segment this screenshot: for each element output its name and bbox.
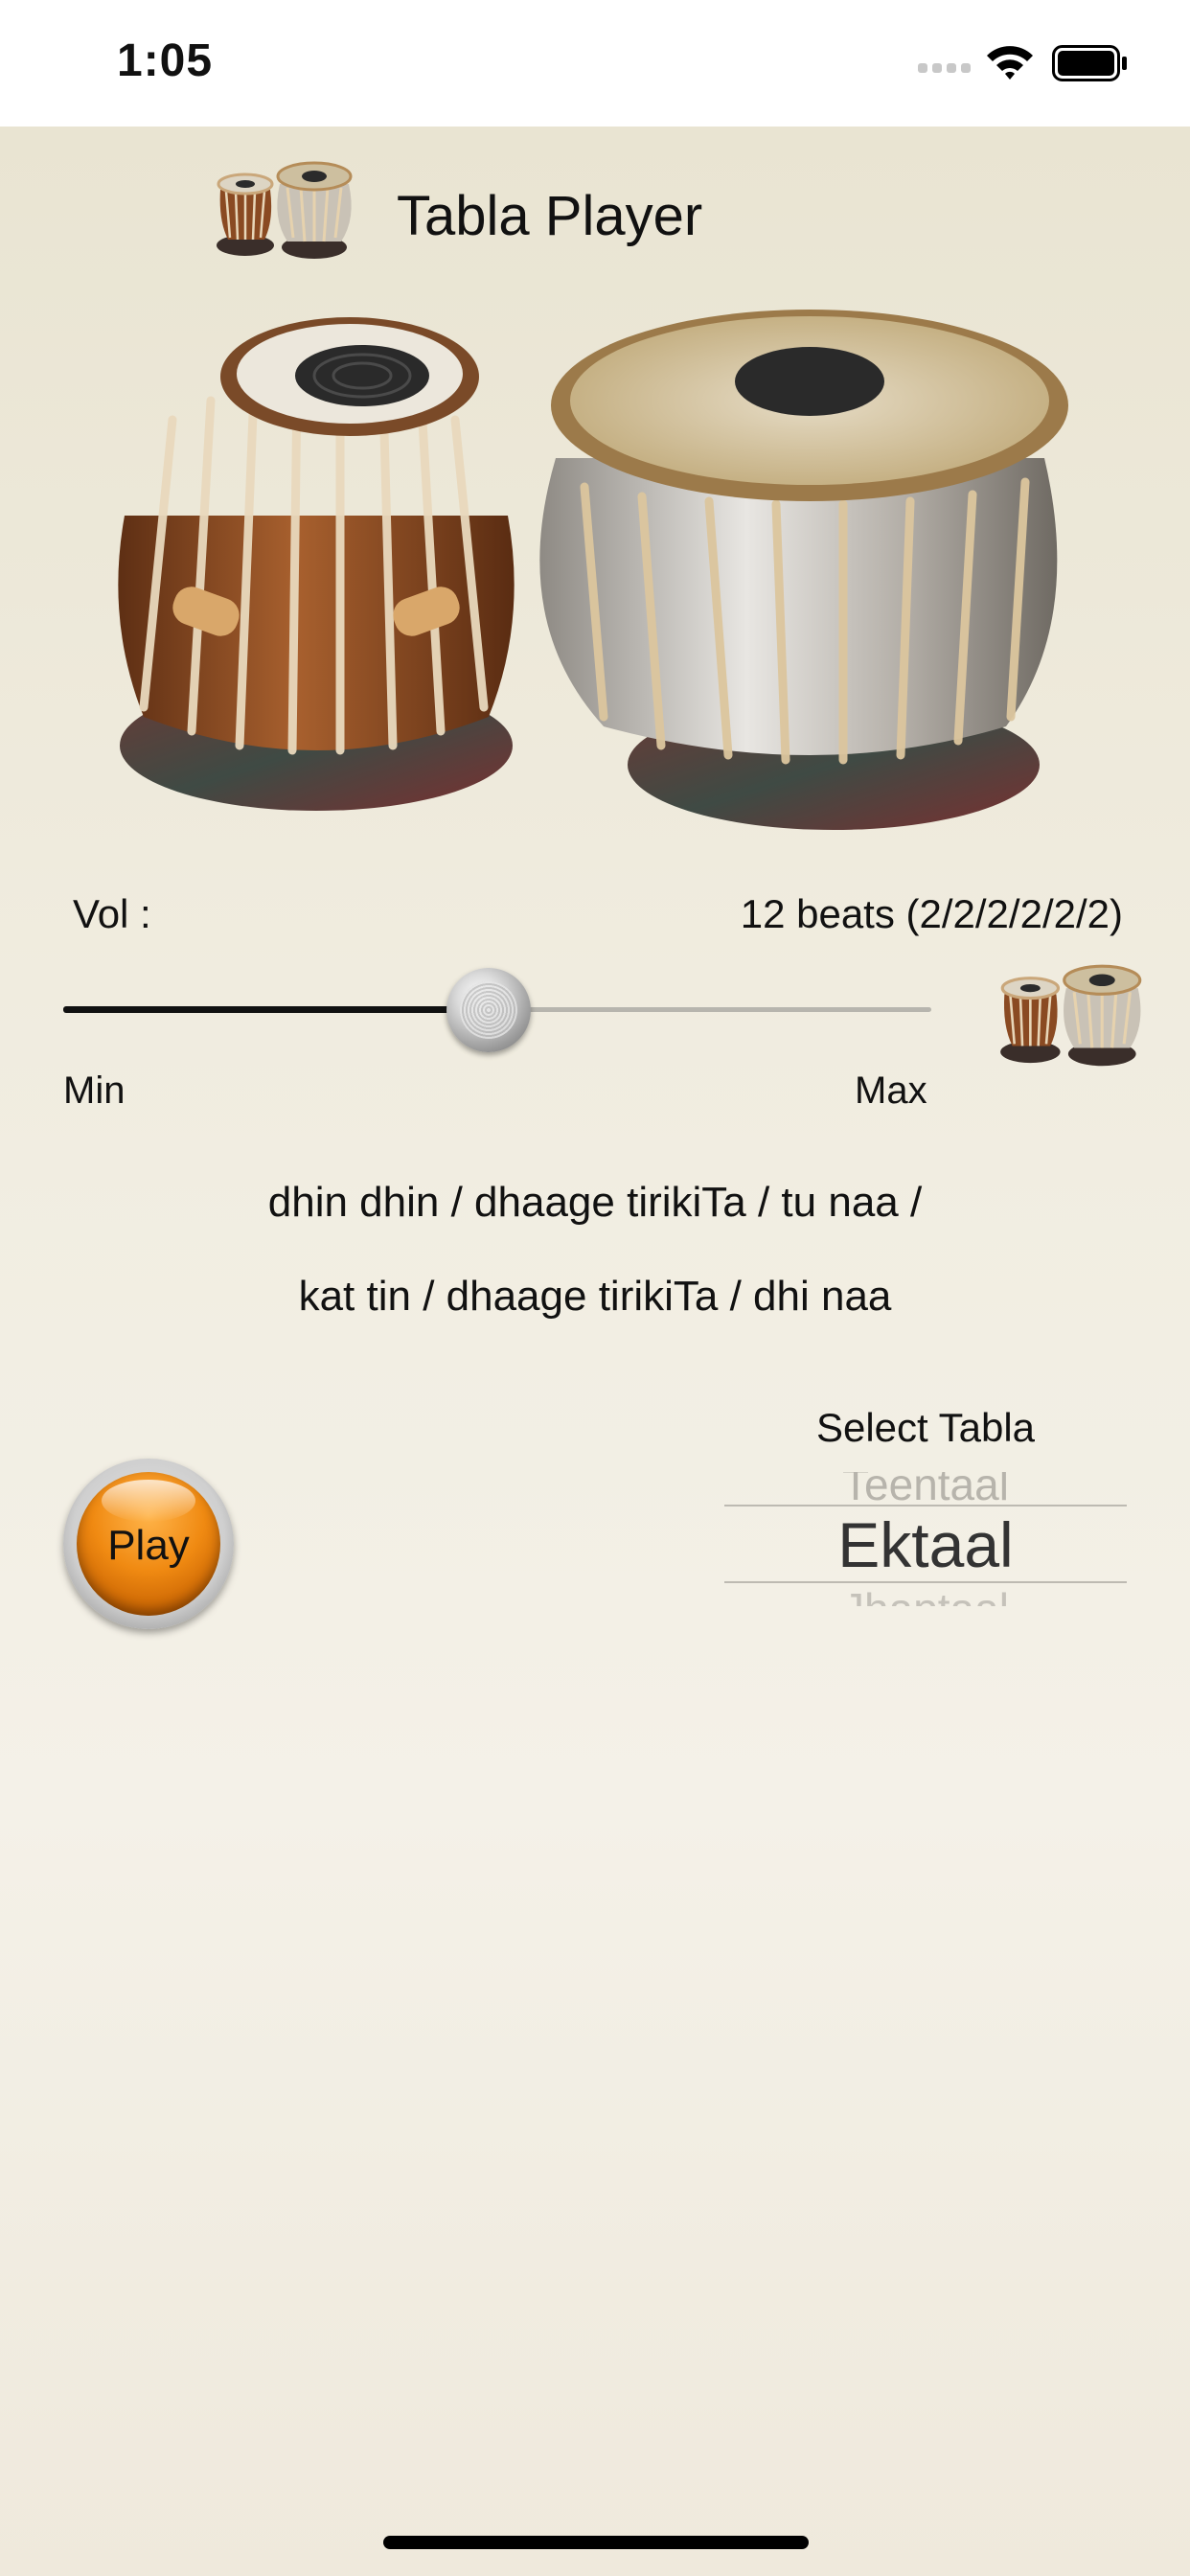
tabla-player-screen: 1:05 Tabla Player Vol: 12 beats (2/2/2/… — [0, 0, 1190, 2576]
slider-thumb[interactable] — [446, 968, 531, 1052]
status-bar: 1:05 — [0, 0, 1190, 126]
tabla-logo-icon — [217, 161, 353, 259]
picker-option-selected[interactable]: Ektaal — [724, 1508, 1127, 1581]
status-time: 1:05 — [117, 35, 214, 86]
tabla-picker[interactable]: Teentaal Ektaal Jhaptaal — [724, 1472, 1127, 1606]
play-button[interactable]: Play — [63, 1459, 234, 1629]
volume-slider[interactable] — [63, 968, 931, 1052]
volume-label: Vol : — [73, 891, 151, 936]
min-label: Min — [63, 1070, 126, 1112]
app-title: Tabla Player — [397, 185, 703, 247]
wifi-icon — [987, 46, 1033, 80]
beats-label: 12 beats (2/2/2/2/2/2) — [740, 891, 1123, 936]
picker-divider-top — [724, 1505, 1127, 1506]
home-indicator — [383, 2536, 809, 2549]
bol-line-2: kat tin / dhaage tirikiTa / dhi naa — [298, 1273, 892, 1320]
battery-icon — [1052, 45, 1127, 81]
play-button-face[interactable]: Play — [77, 1472, 220, 1616]
cellular-signal-icon — [918, 63, 971, 73]
bol-line-1: dhin dhin / dhaage tirikiTa / tu naa / — [267, 1179, 923, 1226]
play-button-label: Play — [107, 1522, 190, 1569]
slider-fill — [63, 1006, 489, 1013]
max-label: Max — [855, 1070, 927, 1112]
tabla-mini-icon — [1000, 964, 1142, 1067]
picker-option-next[interactable]: Jhaptaal — [724, 1583, 1127, 1606]
select-tabla-label: Select Tabla — [815, 1405, 1036, 1450]
tabla-hero-illustration — [118, 310, 1068, 830]
